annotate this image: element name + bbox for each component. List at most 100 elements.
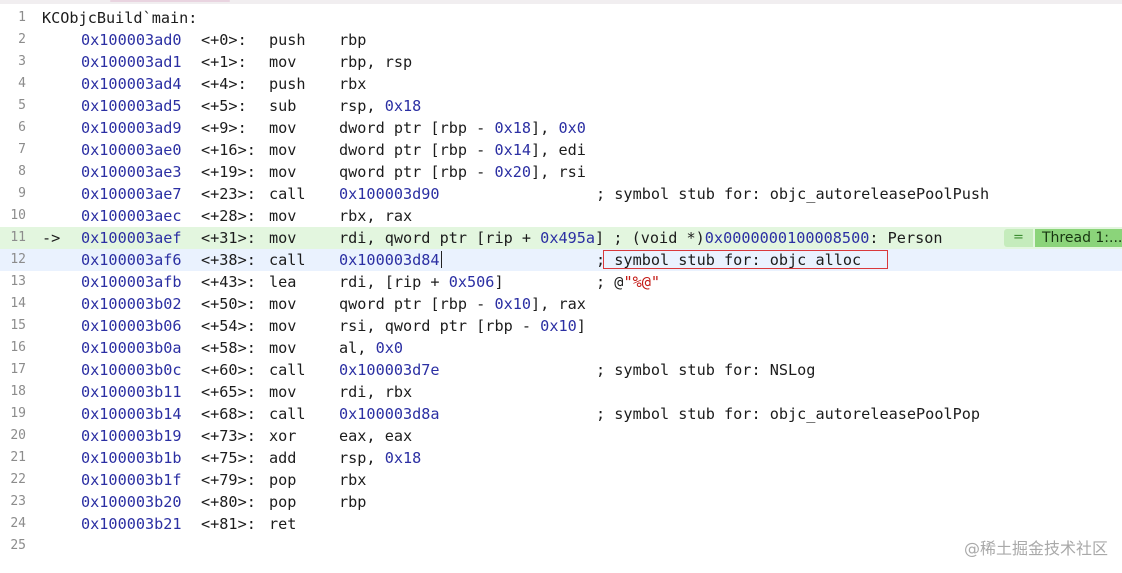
operand-text: rbp, rsp [339,53,413,71]
code-line[interactable]: 17 0x100003b0c <+60>: call 0x100003d7e ; symb… [0,359,1122,381]
opcode: mov [269,119,297,137]
code-line[interactable]: 3 0x100003ad1 <+1>: mov rbp, rsp [0,51,1122,73]
operands: 0x100003d84 [339,249,442,271]
code-line[interactable]: 13 0x100003afb <+43>: lea rdi, [rip + 0x506]… [0,271,1122,293]
code-line[interactable]: 24 0x100003b21 <+81>: ret [0,513,1122,535]
operand-text: rbp [339,31,367,49]
code-line[interactable]: 8 0x100003ae3 <+19>: mov qword ptr [rbp - 0x… [0,161,1122,183]
thread-indicator-badge[interactable]: Thread 1:... [1035,229,1122,247]
operands: rdi, qword ptr [rip + 0x495a] ; (void *)… [339,227,943,249]
line-number: 25 [10,538,26,553]
line-number: 19 [10,406,26,421]
code-line[interactable]: 18 0x100003b11 <+65>: mov rdi, rbx [0,381,1122,403]
line-number: 14 [10,296,26,311]
code-line[interactable]: 20 0x100003b19 <+73>: xor eax, eax [0,425,1122,447]
operands: 0x100003d7e [339,359,440,381]
numeric-literal: 0x18 [494,119,532,137]
code-line[interactable]: 7 0x100003ae0 <+16>: mov dword ptr [rbp - 0x… [0,139,1122,161]
instruction-offset: <+68>: [201,405,256,423]
instruction-comment: ; symbol stub for: objc_autoreleasePoolP… [596,403,980,425]
operand-text: al, [339,339,376,357]
operands: 0x100003d8a [339,403,440,425]
numeric-literal: 0x18 [384,449,422,467]
line-number: 20 [10,428,26,443]
line-number: 2 [18,32,26,47]
operand-text: rsp, [339,449,385,467]
numeric-literal: 0x18 [384,97,422,115]
line-number: 23 [10,494,26,509]
operand-text: rbx [339,471,367,489]
numeric-literal: 0x495a [540,229,596,247]
operand-text: ], rax [531,295,586,313]
operands: rbp, rsp [339,51,412,73]
code-line[interactable]: 14 0x100003b02 <+50>: mov qword ptr [rbp - 0… [0,293,1122,315]
code-line[interactable]: 22 0x100003b1f <+79>: pop rbx [0,469,1122,491]
line-number: 18 [10,384,26,399]
code-line[interactable]: 21 0x100003b1b <+75>: add rsp, 0x18 [0,447,1122,469]
numeric-literal: 0x100003d90 [339,185,440,203]
instruction-address: 0x100003ad4 [81,75,182,93]
instruction-address: 0x100003af6 [81,251,182,269]
instruction-offset: <+4>: [201,75,247,93]
numeric-literal: 0x14 [494,141,532,159]
instruction-address: 0x100003ad0 [81,31,182,49]
code-line[interactable]: 4 0x100003ad4 <+4>: push rbx [0,73,1122,95]
tab-indicator [110,0,230,2]
opcode: call [269,251,306,269]
operands: rbx, rax [339,205,412,227]
code-line[interactable]: 19 0x100003b14 <+68>: call 0x100003d8a ; symb… [0,403,1122,425]
operand-text: dword ptr [rbp - [339,119,495,137]
numeric-literal: 0x100003d8a [339,405,440,423]
opcode: mov [269,163,297,181]
opcode: mov [269,383,297,401]
instruction-comment: ; symbol stub for: objc_autoreleasePoolP… [596,183,989,205]
instruction-address: 0x100003b11 [81,383,182,401]
operand-text: eax, eax [339,427,413,445]
instruction-offset: <+60>: [201,361,256,379]
code-line[interactable]: 2 0x100003ad0 <+0>: push rbp [0,29,1122,51]
operand-text: : Person [869,229,943,247]
opcode: mov [269,229,297,247]
current-instruction-line[interactable]: 11 -> 0x100003aef <+31>: mov rdi, qword ptr [… [0,227,1122,249]
code-line[interactable]: 5 0x100003ad5 <+5>: sub rsp, 0x18 [0,95,1122,117]
operand-text: rdi, [rip + [339,273,449,291]
opcode: call [269,361,306,379]
opcode: mov [269,141,297,159]
operands: al, 0x0 [339,337,403,359]
code-line[interactable]: 9 0x100003ae7 <+23>: call 0x100003d90 ; symbo… [0,183,1122,205]
string-literal: "%@" [623,273,661,291]
opcode: sub [269,97,297,115]
code-line[interactable]: 15 0x100003b06 <+54>: mov rsi, qword ptr [rb… [0,315,1122,337]
disassembly-editor[interactable]: 1 KCObjcBuild`main: 2 0x100003ad0 <+0>: push r… [0,7,1122,557]
opcode: mov [269,317,297,335]
instruction-address: 0x100003ad5 [81,97,182,115]
instruction-offset: <+38>: [201,251,256,269]
operands: dword ptr [rbp - 0x18], 0x0 [339,117,586,139]
line-number: 7 [18,142,26,157]
code-line[interactable]: 16 0x100003b0a <+58>: mov al, 0x0 [0,337,1122,359]
code-line[interactable]: 6 0x100003ad9 <+9>: mov dword ptr [rbp - 0x1… [0,117,1122,139]
instruction-offset: <+23>: [201,185,256,203]
function-title: KCObjcBuild`main: [42,9,198,27]
code-line[interactable]: 1 KCObjcBuild`main: [0,7,1122,29]
operands: rdi, [rip + 0x506] [339,271,504,293]
code-line[interactable]: 25 [0,535,1122,557]
instruction-offset: <+81>: [201,515,256,533]
instruction-address: 0x100003b19 [81,427,182,445]
line-number: 3 [18,54,26,69]
equals-icon[interactable]: = [1004,229,1033,247]
operands: rsp, 0x18 [339,447,421,469]
instruction-offset: <+75>: [201,449,256,467]
code-line[interactable]: 23 0x100003b20 <+80>: pop rbp [0,491,1122,513]
instruction-offset: <+79>: [201,471,256,489]
instruction-offset: <+80>: [201,493,256,511]
instruction-offset: <+73>: [201,427,256,445]
selected-line[interactable]: 12 0x100003af6 <+38>: call 0x100003d84; symb… [0,249,1122,271]
instruction-offset: <+43>: [201,273,256,291]
opcode: mov [269,207,297,225]
instruction-address: 0x100003b02 [81,295,182,313]
instruction-offset: <+16>: [201,141,256,159]
program-counter-arrow-icon: -> [42,229,61,247]
code-line[interactable]: 10 0x100003aec <+28>: mov rbx, rax [0,205,1122,227]
instruction-address: 0x100003afb [81,273,182,291]
